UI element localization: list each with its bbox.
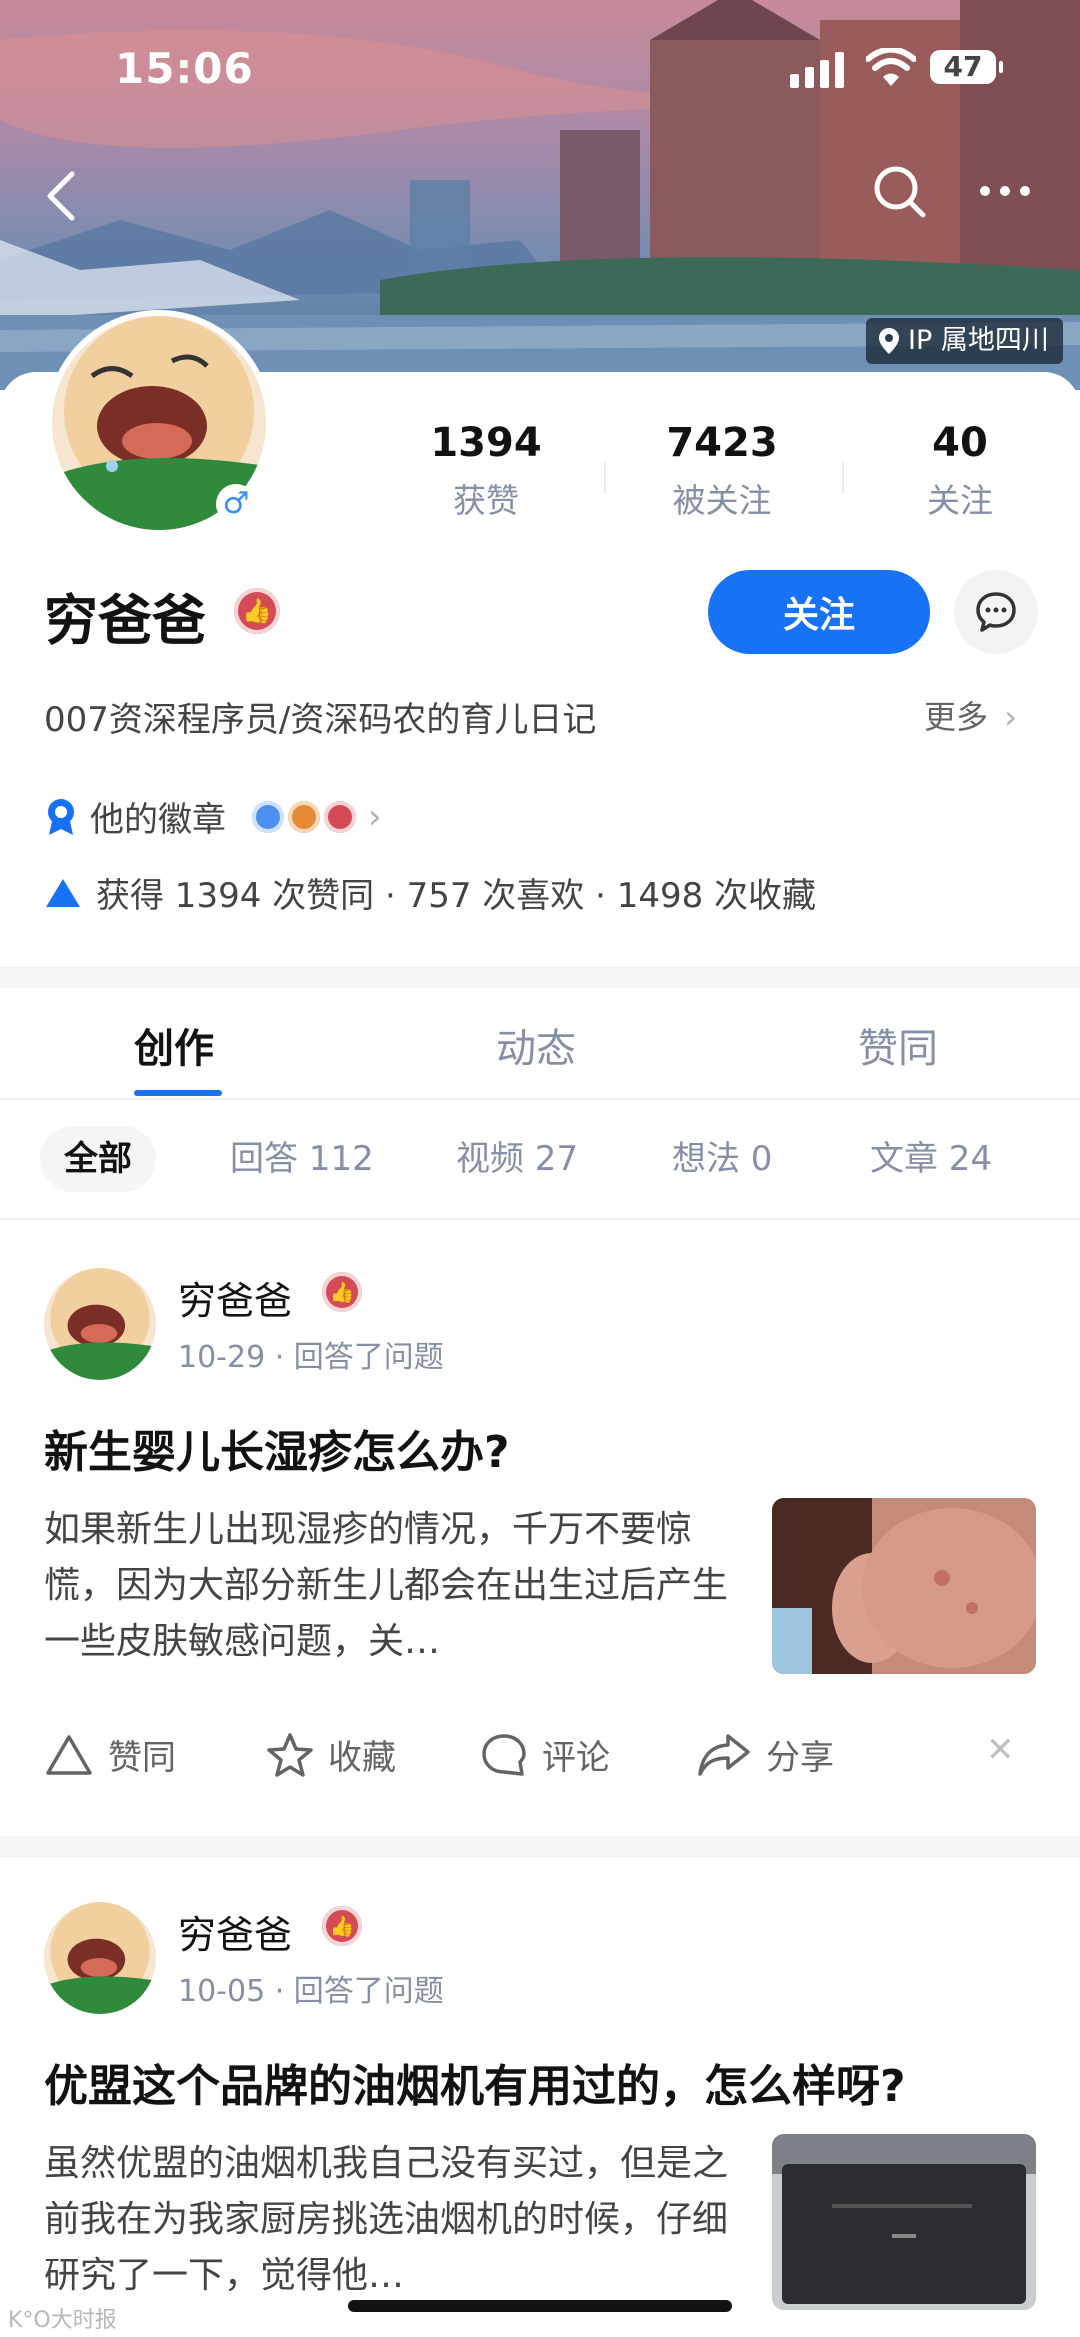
stat-following[interactable]: 40 关注	[870, 420, 1050, 522]
stat-followers-value: 7423	[666, 420, 778, 466]
achievements-row: 获得 1394 次赞同 · 757 次喜欢 · 1498 次收藏	[44, 868, 816, 917]
badge-orange-icon	[288, 800, 320, 833]
stat-likes-value: 1394	[430, 420, 542, 466]
more-link-label: 更多	[924, 698, 989, 736]
profile-bio: 007资深程序员/资深码农的育儿日记	[44, 700, 597, 740]
profile-name: 穷爸爸	[44, 589, 206, 652]
badges-row[interactable]: 他的徽章 ›	[44, 792, 382, 841]
creator-badge-icon: 👍	[234, 588, 280, 634]
upvote-label: 赞同	[108, 1738, 176, 1778]
upvote-button[interactable]: 赞同	[44, 1730, 176, 1779]
more-options-icon[interactable]	[978, 184, 1032, 198]
back-arrow-icon[interactable]	[40, 168, 84, 224]
battery-indicator: 47	[930, 50, 1003, 84]
author-name[interactable]: 穷爸爸	[178, 1904, 292, 1959]
watermark-text: K°O大时报	[8, 2308, 117, 2333]
achievements-text: 获得 1394 次赞同 · 757 次喜欢 · 1498 次收藏	[96, 876, 817, 916]
badge-red-icon	[324, 800, 356, 833]
filter-videos[interactable]: 视频 27	[456, 1126, 578, 1192]
post-meta: 10-05 · 回答了问题	[178, 1974, 444, 2009]
badge-blue-icon	[252, 800, 284, 833]
status-time: 15:06	[115, 44, 254, 93]
post-actions: 赞同 收藏 评论 分享 ✕	[44, 1730, 1044, 1790]
share-button[interactable]: 分享	[696, 1730, 834, 1779]
stat-divider	[604, 462, 606, 494]
post-excerpt[interactable]: 虽然优盟的油烟机我自己没有买过，但是之前我在为我家厨房挑选油烟机的时候，仔细研究…	[44, 2136, 734, 2296]
gender-male-icon: ♂	[216, 484, 256, 524]
close-icon[interactable]: ✕	[986, 1730, 1015, 1770]
triangle-upvote-icon	[46, 1734, 92, 1775]
favorite-button[interactable]: 收藏	[266, 1730, 396, 1779]
post-title[interactable]: 优盟这个品牌的油烟机有用过的，怎么样呀?	[44, 2050, 906, 2114]
ip-location-text: IP 属地四川	[908, 325, 1049, 356]
creator-badge-icon: 👍	[322, 1906, 362, 1946]
stat-followers-label: 被关注	[672, 481, 772, 520]
avatar-image	[44, 1902, 156, 2014]
stat-likes[interactable]: 1394 获赞	[396, 420, 576, 522]
search-icon[interactable]	[872, 164, 928, 220]
share-label: 分享	[766, 1738, 834, 1778]
badges-label: 他的徽章	[90, 800, 226, 840]
active-tab-indicator	[134, 1090, 222, 1096]
tab-upvotes[interactable]: 赞同	[858, 1016, 938, 1074]
chevron-right-icon: ›	[1004, 698, 1017, 736]
stat-likes-label: 获赞	[453, 481, 519, 520]
author-avatar[interactable]	[44, 1268, 156, 1380]
star-icon	[267, 1732, 313, 1777]
author-name[interactable]: 穷爸爸	[178, 1270, 292, 1325]
tab-activity[interactable]: 动态	[496, 1016, 576, 1074]
stat-divider	[842, 462, 844, 494]
chevron-right-icon: ›	[368, 796, 382, 837]
chat-bubble-icon	[976, 592, 1016, 632]
post-thumbnail[interactable]	[772, 2134, 1036, 2310]
status-bar: 15:06 47	[0, 0, 1080, 140]
filter-thoughts[interactable]: 想法 0	[672, 1126, 772, 1192]
post-excerpt[interactable]: 如果新生儿出现湿疹的情况，千万不要惊慌，因为大部分新生儿都会在出生过后产生一些皮…	[44, 1502, 734, 1670]
comment-label: 评论	[542, 1738, 610, 1778]
stat-followers[interactable]: 7423 被关注	[632, 420, 812, 522]
avatar-image	[44, 1268, 156, 1380]
home-indicator	[348, 2300, 732, 2312]
filter-all[interactable]: 全部	[40, 1126, 156, 1192]
medal-icon	[48, 798, 74, 835]
range-hood-photo	[772, 2134, 1036, 2310]
feed-item[interactable]: 穷爸爸 👍 10-29 · 回答了问题 新生婴儿长湿疹怎么办? 如果新生儿出现湿…	[0, 1220, 1080, 1830]
ip-location-badge: IP 属地四川	[866, 318, 1063, 364]
message-button[interactable]	[954, 570, 1038, 654]
share-arrow-icon	[698, 1733, 750, 1776]
post-meta: 10-29 · 回答了问题	[178, 1340, 444, 1375]
post-thumbnail[interactable]	[772, 1498, 1036, 1674]
creator-badge-icon: 👍	[322, 1272, 362, 1312]
filter-chips: 全部 回答 112 视频 27 想法 0 文章 24	[0, 1100, 1080, 1220]
tab-creations[interactable]: 创作	[134, 1016, 214, 1074]
post-title[interactable]: 新生婴儿长湿疹怎么办?	[44, 1416, 510, 1480]
triangle-upvote-icon	[46, 878, 80, 907]
filter-answers[interactable]: 回答 112	[230, 1126, 374, 1192]
section-divider	[0, 1836, 1080, 1858]
follow-button[interactable]: 关注	[708, 570, 930, 654]
content-tabs: 创作 动态 赞同	[0, 988, 1080, 1100]
cellular-signal-icon	[790, 52, 844, 88]
section-divider	[0, 966, 1080, 988]
wifi-icon	[866, 48, 916, 86]
location-pin-icon	[879, 328, 899, 354]
comment-button[interactable]: 评论	[480, 1730, 610, 1779]
author-avatar[interactable]	[44, 1902, 156, 2014]
favorite-label: 收藏	[328, 1738, 396, 1778]
stat-following-label: 关注	[927, 481, 993, 520]
baby-skin-photo	[772, 1498, 1036, 1674]
stat-following-value: 40	[932, 420, 988, 466]
more-link[interactable]: 更多 ›	[924, 692, 1017, 738]
feed-item[interactable]: 穷爸爸 👍 10-05 · 回答了问题 优盟这个品牌的油烟机有用过的，怎么样呀?…	[0, 1858, 1080, 2310]
filter-articles[interactable]: 文章 24	[870, 1126, 992, 1192]
comment-icon	[482, 1733, 526, 1776]
